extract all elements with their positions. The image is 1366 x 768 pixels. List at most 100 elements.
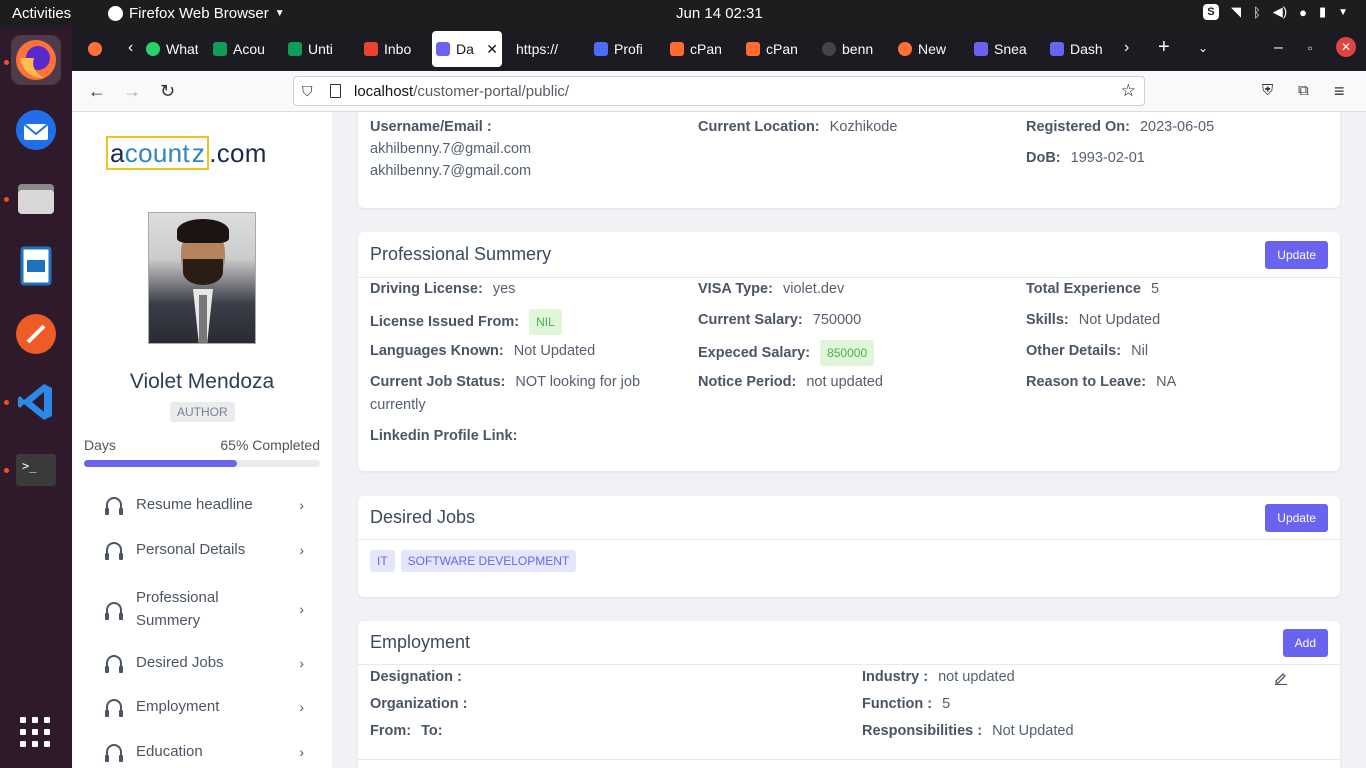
tab-url[interactable]: https:// (512, 31, 576, 67)
field-label: Linkedin Profile Link: (370, 428, 518, 444)
running-indicator (4, 468, 9, 473)
page-icon[interactable] (330, 84, 341, 98)
responsibilities-field: Responsibilities : Not Updated (862, 720, 1074, 742)
forward-icon[interactable]: → (123, 81, 141, 102)
list-tabs-icon[interactable]: ⌄ (1198, 41, 1208, 55)
field-label: Industry : (862, 669, 929, 685)
files-launcher[interactable] (11, 173, 61, 223)
new-tab-icon[interactable]: + (1158, 36, 1170, 59)
vscode-launcher[interactable] (11, 377, 61, 427)
postman-launcher[interactable] (11, 309, 61, 359)
field-label: Other Details: (1026, 343, 1122, 359)
other-details-field: Other Details: Nil (1026, 340, 1148, 362)
microphone-icon: ● (1299, 4, 1307, 20)
field-label: Organization : (370, 696, 468, 712)
field-label: VISA Type: (698, 281, 773, 297)
update-professional-button[interactable]: Update (1265, 240, 1328, 269)
sidebar-item-desired-jobs[interactable]: Desired Jobs › (105, 654, 304, 673)
extensions-icon[interactable]: ⧉ (1298, 82, 1309, 99)
sidebar-item-resume-headline[interactable]: Resume headline › (105, 496, 304, 515)
chevron-right-icon: › (299, 600, 304, 617)
field-value-badge: 850000 (820, 340, 875, 366)
sidebar-item-professional-summery[interactable]: Professional Summery › (105, 586, 304, 632)
headphones-icon (105, 744, 123, 762)
tab-pinned[interactable] (84, 31, 106, 67)
organization-field: Organization : (370, 693, 473, 715)
reason-to-leave-field: Reason to Leave: NA (1026, 371, 1176, 393)
chevron-down-icon: ▼ (274, 8, 285, 19)
field-value: akhilbenny.7@gmail.com (370, 141, 532, 157)
tabs-scroll-right-icon[interactable]: › (1124, 39, 1129, 57)
activities-button[interactable]: Activities (12, 5, 71, 22)
edit-pencil-icon[interactable] (1274, 671, 1288, 685)
update-desired-jobs-button[interactable]: Update (1265, 503, 1328, 532)
firefox-launcher[interactable] (11, 35, 61, 85)
tab-dashboard-active[interactable]: Da ✕ (432, 31, 502, 67)
tab-cpanel-1[interactable]: cPan (666, 31, 730, 67)
tab-new[interactable]: New (894, 31, 958, 67)
headphones-icon (105, 655, 123, 673)
profile-photo (148, 212, 256, 344)
bookmark-star-icon[interactable]: ☆ (1121, 81, 1136, 101)
tab-profile[interactable]: Profi (590, 31, 654, 67)
reload-icon[interactable]: ↻ (160, 81, 175, 102)
k-logo-icon (594, 42, 608, 56)
tab-github[interactable]: benn (818, 31, 882, 67)
sidebar-item-personal-details[interactable]: Personal Details › (105, 541, 304, 560)
gmail-icon (364, 42, 378, 56)
sidebar-item-label: Personal Details (136, 541, 246, 558)
tab-cpanel-2[interactable]: cPan (742, 31, 806, 67)
sidebar-item-employment[interactable]: Employment › (105, 698, 304, 717)
firefox-icon (88, 42, 102, 56)
terminal-launcher[interactable]: >_ (11, 445, 61, 495)
add-employment-button[interactable]: Add (1282, 628, 1328, 657)
sidebar-item-education[interactable]: Education › (105, 743, 304, 762)
pocket-icon[interactable]: ⛨ (1262, 82, 1273, 99)
tab-label: Inbo (384, 41, 412, 57)
firefox-icon (16, 40, 56, 80)
back-icon[interactable]: ← (88, 81, 106, 102)
completion-label: 65% Completed (220, 437, 320, 453)
url-bar[interactable]: ⛉ localhost /customer-portal/public/ ☆ (293, 76, 1145, 106)
expected-salary-field: Expeced Salary: 850000 (698, 340, 875, 366)
chevron-right-icon: › (299, 654, 304, 671)
field-value: violet.dev (782, 281, 845, 297)
system-tray[interactable]: S ◥ ᛒ ◀) ● ▮ ▼ (1202, 4, 1348, 20)
dates-field: From: To: (370, 720, 449, 742)
hamburger-menu-icon[interactable]: ≡ (1334, 81, 1345, 102)
tab-label: benn (842, 41, 874, 57)
desired-jobs-card: Desired Jobs Update IT SOFTWARE DEVELOPME… (358, 496, 1340, 597)
tab-dash[interactable]: Dash (1046, 31, 1110, 67)
tab-inbox[interactable]: Inbo (360, 31, 424, 67)
tab-sneat[interactable]: Snea (970, 31, 1034, 67)
tab-whatsapp[interactable]: What (142, 31, 198, 67)
tab-untitled[interactable]: Unti (284, 31, 348, 67)
designation-field: Designation : (370, 666, 468, 688)
writer-launcher[interactable] (11, 241, 61, 291)
tab-accounts[interactable]: Acou (209, 31, 273, 67)
skype-icon[interactable]: S (1202, 4, 1219, 20)
vscode-icon (18, 384, 52, 420)
thunderbird-launcher[interactable] (11, 105, 61, 155)
field-label: Notice Period: (698, 374, 797, 390)
maximize-icon[interactable]: ▫ (1308, 41, 1312, 55)
minimize-icon[interactable]: – (1274, 39, 1283, 57)
firefox-icon (898, 42, 912, 56)
show-apps-icon[interactable] (20, 717, 50, 747)
close-tab-icon[interactable]: ✕ (486, 41, 498, 58)
current-salary-field: Current Salary: 750000 (698, 309, 861, 331)
shield-icon[interactable]: ⛉ (302, 83, 313, 100)
url-host: localhost (354, 82, 414, 100)
site-logo[interactable]: acountz .com (106, 136, 267, 170)
tabs-scroll-left-icon[interactable]: ‹ (128, 39, 133, 57)
s-logo-icon (1050, 42, 1064, 56)
clock[interactable]: Jun 14 02:31 (676, 5, 763, 22)
chevron-right-icon: › (299, 541, 304, 558)
field-label: Skills: (1026, 312, 1069, 328)
app-menu[interactable]: Firefox Web Browser ▼ (108, 5, 285, 22)
progress-fill (84, 460, 238, 467)
firefox-icon (108, 6, 123, 21)
field-value-badge: NIL (529, 309, 562, 335)
sidebar-item-label: Employment (136, 698, 220, 715)
close-window-icon[interactable]: ✕ (1336, 37, 1356, 57)
